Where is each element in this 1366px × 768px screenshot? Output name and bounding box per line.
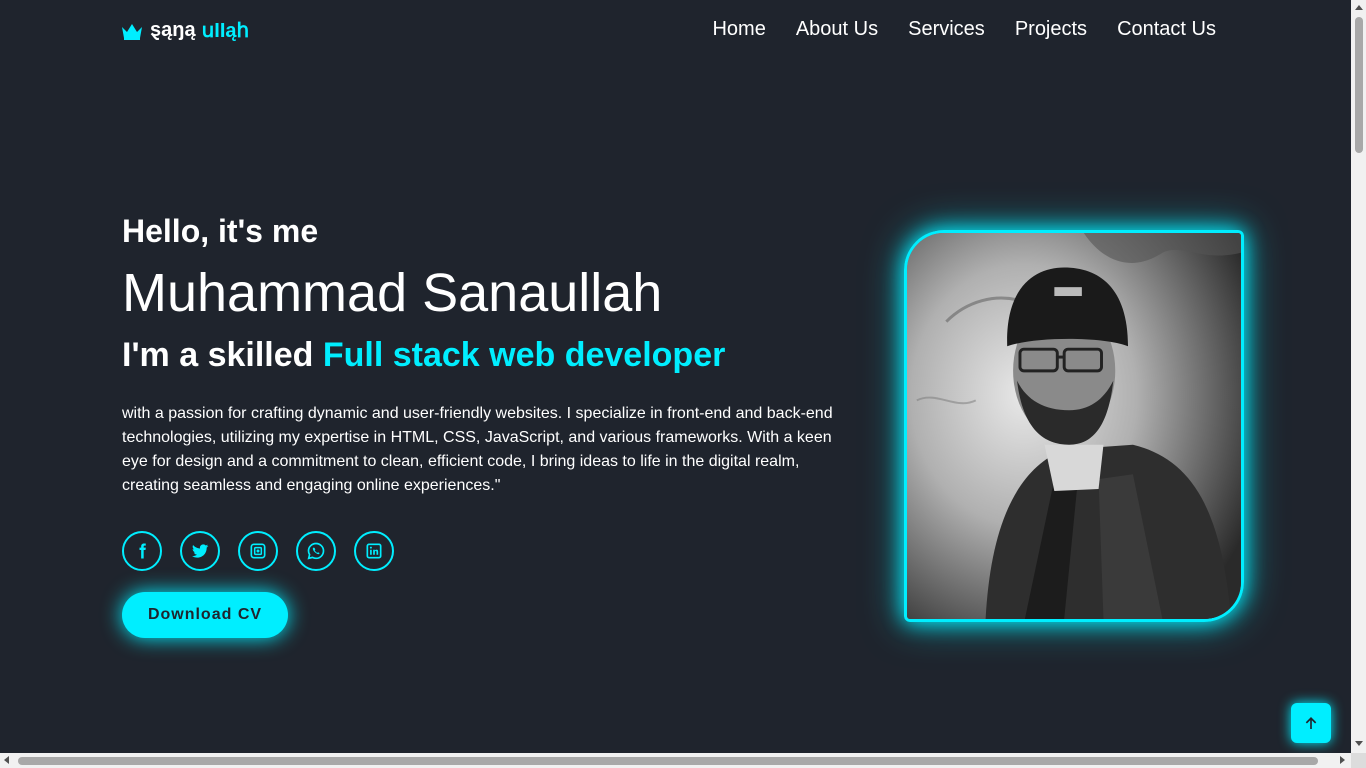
instagram-icon <box>250 543 266 559</box>
vertical-scroll-thumb[interactable] <box>1355 17 1363 153</box>
download-cv-button[interactable]: Download CV <box>122 592 288 638</box>
hero-role: I'm a skilled Full stack web developer <box>122 334 842 376</box>
vertical-scrollbar[interactable] <box>1351 0 1366 753</box>
logo-second-word: սӀӀąհ <box>201 20 250 42</box>
whatsapp-link[interactable] <box>296 531 336 571</box>
facebook-link[interactable] <box>122 531 162 571</box>
site-logo[interactable]: ȿąŋą սӀӀąհ <box>120 18 249 43</box>
twitter-icon <box>192 544 209 558</box>
back-to-top-button[interactable] <box>1291 703 1331 743</box>
main-nav: Home About Us Services Projects Contact … <box>712 18 1216 41</box>
logo-first-word: ȿąŋą <box>150 19 196 41</box>
linkedin-link[interactable] <box>354 531 394 571</box>
hero-content: Hello, it's me Muhammad Sanaullah I'm a … <box>122 212 842 498</box>
linkedin-icon <box>366 543 382 559</box>
arrow-up-icon <box>1305 717 1317 729</box>
hero-bio: with a passion for crafting dynamic and … <box>122 405 833 494</box>
facebook-icon <box>139 543 146 559</box>
crown-icon <box>120 21 144 41</box>
role-prefix: I'm a skilled <box>122 336 323 374</box>
nav-services[interactable]: Services <box>908 18 985 41</box>
nav-projects[interactable]: Projects <box>1015 18 1087 41</box>
scroll-down-icon[interactable] <box>1355 741 1363 746</box>
profile-photo-image <box>907 233 1241 619</box>
instagram-link[interactable] <box>238 531 278 571</box>
whatsapp-icon <box>307 542 325 560</box>
horizontal-scrollbar[interactable] <box>0 753 1351 768</box>
scrollbar-corner <box>1351 753 1366 768</box>
hero-name: Muhammad Sanaullah <box>122 263 663 323</box>
nav-contact-us[interactable]: Contact Us <box>1117 18 1216 41</box>
scroll-right-icon[interactable] <box>1340 756 1345 764</box>
twitter-link[interactable] <box>180 531 220 571</box>
role-accent: Full stack web developer <box>322 336 726 374</box>
social-links <box>122 531 394 571</box>
scroll-up-icon[interactable] <box>1355 5 1363 10</box>
nav-home[interactable]: Home <box>712 18 765 41</box>
site-header: ȿąŋą սӀӀąհ Home About Us Services Projec… <box>0 0 1351 62</box>
horizontal-scroll-thumb[interactable] <box>18 757 1318 765</box>
profile-photo <box>904 230 1244 622</box>
scroll-left-icon[interactable] <box>4 756 9 764</box>
nav-about-us[interactable]: About Us <box>796 18 878 41</box>
hero-greeting: Hello, it's me <box>122 213 319 249</box>
